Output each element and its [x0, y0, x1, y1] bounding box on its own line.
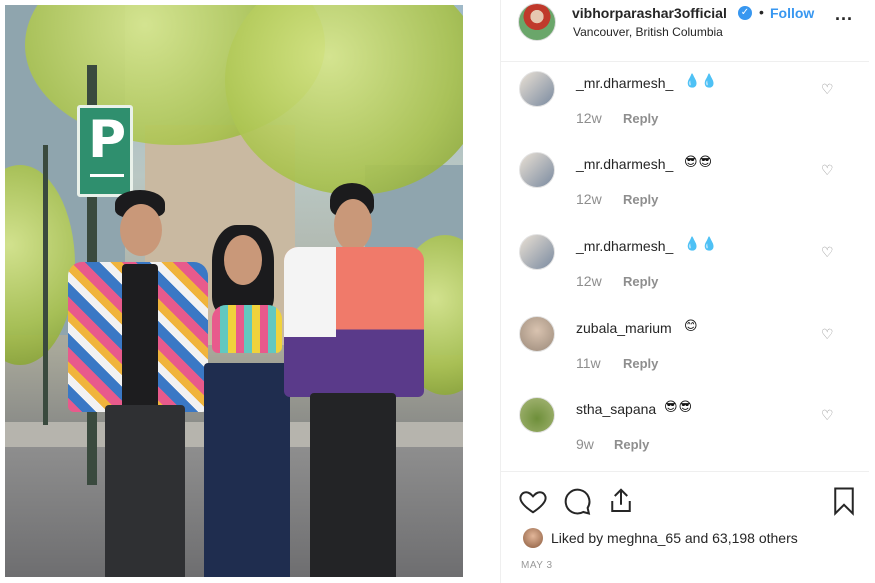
comment-icon[interactable]: [562, 486, 592, 516]
comment-username[interactable]: _mr.dharmesh_: [576, 238, 673, 254]
comment-username[interactable]: _mr.dharmesh_: [576, 75, 673, 91]
liker-avatar[interactable]: [523, 528, 543, 548]
comment-item: zubala_marium 😊 ♡ 11w Reply: [501, 308, 869, 390]
person-right-hoodie-white: [284, 247, 336, 337]
person-left-head: [120, 204, 162, 256]
parking-sign-letter: P: [88, 110, 127, 170]
heart-icon[interactable]: [518, 486, 548, 516]
comment-text: 😎😎: [664, 399, 694, 414]
comment-time[interactable]: 11w: [576, 355, 601, 371]
comment-item: _mr.dharmesh_ 💧💧 ♡ 12w Reply: [501, 63, 869, 145]
reply-button[interactable]: Reply: [623, 192, 658, 207]
comment-time[interactable]: 12w: [576, 191, 602, 207]
comment-text: 💧💧: [684, 236, 719, 251]
author-username[interactable]: vibhorparashar3official: [572, 5, 727, 21]
comment-time[interactable]: 12w: [576, 110, 602, 126]
comment-item: _mr.dharmesh_ 💧💧 ♡ 12w Reply: [501, 226, 869, 308]
person-right-legs: [310, 393, 396, 577]
post-location[interactable]: Vancouver, British Columbia: [573, 25, 723, 39]
small-heart-icon[interactable]: ♡: [821, 326, 834, 343]
reply-button[interactable]: Reply: [623, 274, 658, 289]
reply-button[interactable]: Reply: [623, 111, 658, 126]
comments-list[interactable]: _mr.dharmesh_ 💧💧 ♡ 12w Reply _mr.dharmes…: [501, 63, 869, 471]
comment-username[interactable]: _mr.dharmesh_: [576, 156, 673, 172]
person-middle-top: [212, 305, 282, 353]
comment-avatar[interactable]: [519, 71, 555, 107]
comment-item: stha_sapana 😎😎 ♡ 9w Reply: [501, 389, 869, 471]
liked-by-text[interactable]: Liked by meghna_65 and 63,198 others: [551, 530, 798, 546]
person-right-head: [334, 199, 372, 251]
post-actions: Liked by meghna_65 and 63,198 others MAY…: [501, 471, 869, 583]
small-heart-icon[interactable]: ♡: [821, 244, 834, 261]
small-heart-icon[interactable]: ♡: [821, 407, 834, 424]
header-separator: •: [759, 4, 764, 20]
photo-pole-2: [43, 145, 48, 425]
comment-text: 💧💧: [684, 73, 719, 88]
small-heart-icon[interactable]: ♡: [821, 81, 834, 98]
reply-button[interactable]: Reply: [623, 356, 658, 371]
comment-username[interactable]: stha_sapana: [576, 401, 656, 417]
post-date[interactable]: MAY 3: [521, 560, 553, 571]
comment-text: 😎😎: [684, 154, 714, 169]
comment-avatar[interactable]: [519, 152, 555, 188]
verified-badge-icon: ✓: [738, 6, 752, 20]
person-middle-head: [224, 235, 262, 285]
post-photo[interactable]: P: [5, 5, 463, 577]
post-side-panel: vibhorparashar3official ✓ • Follow Vanco…: [500, 0, 869, 583]
comment-text: 😊: [684, 318, 699, 333]
comment-time[interactable]: 9w: [576, 436, 594, 452]
comment-avatar[interactable]: [519, 397, 555, 433]
author-avatar[interactable]: [518, 3, 556, 41]
small-heart-icon[interactable]: ♡: [821, 162, 834, 179]
reply-button[interactable]: Reply: [614, 437, 649, 452]
bookmark-icon[interactable]: [829, 486, 859, 516]
share-icon[interactable]: [606, 486, 636, 516]
follow-button[interactable]: Follow: [770, 5, 814, 21]
comment-avatar[interactable]: [519, 316, 555, 352]
parking-sign: P: [77, 105, 133, 197]
person-left-tshirt: [122, 264, 158, 414]
photo-person-right: [280, 183, 430, 577]
person-left-legs: [105, 405, 185, 577]
comment-time[interactable]: 12w: [576, 273, 602, 289]
person-middle-pants: [204, 363, 290, 577]
comment-item: _mr.dharmesh_ 😎😎 ♡ 12w Reply: [501, 144, 869, 226]
comment-username[interactable]: zubala_marium: [576, 320, 672, 336]
more-options-icon[interactable]: ...: [835, 4, 853, 25]
comment-avatar[interactable]: [519, 234, 555, 270]
parking-sign-arrow: [90, 174, 124, 188]
photo-person-left: [60, 190, 210, 577]
post-header: vibhorparashar3official ✓ • Follow Vanco…: [501, 0, 869, 62]
